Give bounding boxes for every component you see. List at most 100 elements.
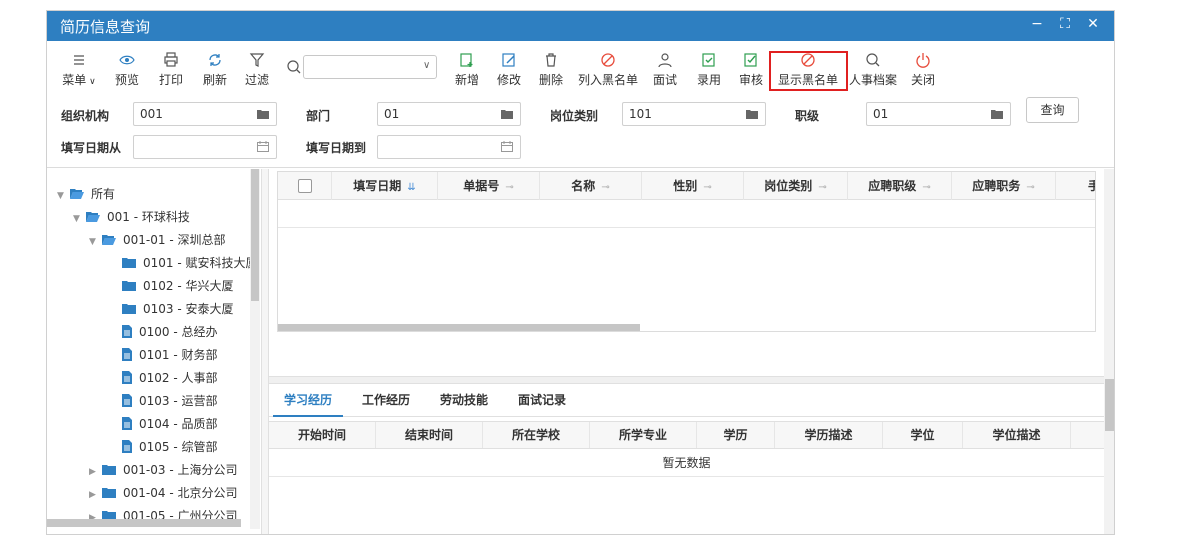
minimize-icon[interactable]: −	[1030, 16, 1044, 32]
tree-node-building[interactable]: 0103 - 安泰大厦	[121, 300, 234, 322]
tree-node-dept[interactable]: 0103 - 运营部	[121, 392, 218, 414]
resume-grid: 填写日期⇊ 单据号⊸ 名称⊸ 性别⊸ 岗位类别⊸ 应聘职级⊸ 应聘职务⊸ 手	[277, 171, 1096, 332]
tree-node-dept[interactable]: 0101 - 财务部	[121, 346, 218, 368]
main-vertical-scrollbar[interactable]	[1104, 169, 1114, 534]
folder-icon	[101, 486, 117, 502]
tab-work-experience[interactable]: 工作经历	[351, 385, 421, 417]
caret-down-icon[interactable]: ▼	[57, 191, 69, 201]
col-major[interactable]: 所学专业	[590, 422, 697, 448]
col-gender[interactable]: 性别 ⊸	[642, 172, 744, 200]
col-degree[interactable]: 学位	[883, 422, 963, 448]
add-button[interactable]: 新增	[449, 51, 485, 88]
panel-splitter[interactable]	[261, 169, 269, 534]
tree-node-branch[interactable]: ▶ 001-04 - 北京分公司	[89, 484, 237, 506]
tree-node-dept[interactable]: 0105 - 综管部	[121, 438, 218, 460]
col-education[interactable]: 学历	[697, 422, 775, 448]
caret-right-icon[interactable]: ▶	[89, 467, 101, 477]
post-category-input[interactable]: 101	[622, 102, 766, 126]
tab-interview-records[interactable]: 面试记录	[507, 385, 577, 417]
tree-node-shenzhen-hq[interactable]: ▼ 001-01 - 深圳总部	[89, 231, 225, 253]
folder-icon[interactable]	[745, 103, 759, 132]
trash-icon	[533, 51, 569, 69]
scroll-thumb[interactable]	[1105, 379, 1114, 431]
tree-vertical-scrollbar[interactable]	[250, 169, 260, 529]
document-icon	[121, 416, 133, 433]
approve-icon	[733, 51, 769, 69]
calendar-icon[interactable]	[256, 136, 270, 165]
close-button[interactable]: 关闭	[905, 51, 941, 88]
preview-button[interactable]: 预览	[109, 51, 145, 88]
tree-horizontal-scrollbar[interactable]	[47, 519, 241, 527]
toolbar-search: ∨	[287, 55, 437, 79]
tree-node-branch[interactable]: ▶ 001-03 - 上海分公司	[89, 461, 237, 483]
chevron-down-icon: ∨	[423, 60, 431, 71]
col-apply-rank[interactable]: 应聘职级 ⊸	[848, 172, 952, 200]
pin-icon[interactable]: ⊸	[818, 182, 826, 193]
toolbar: 菜单 ∨ 预览 打印 刷新 过滤 新增 修改 删除 列入黑名单 面试 录用 审核…	[47, 47, 1114, 91]
tree-node-company[interactable]: ▼ 001 - 环球科技	[73, 208, 190, 230]
date-to-input[interactable]	[377, 135, 521, 159]
add-doc-icon	[449, 51, 485, 69]
pin-icon[interactable]: ⊸	[922, 182, 930, 193]
col-fill-date[interactable]: 填写日期 ⇊	[332, 172, 438, 200]
close-window-icon[interactable]: ✕	[1086, 16, 1100, 32]
dept-input[interactable]: 01	[377, 102, 521, 126]
col-education-desc[interactable]: 学历描述	[775, 422, 883, 448]
pin-icon[interactable]: ⇊	[407, 182, 415, 193]
select-all-checkbox[interactable]	[298, 179, 312, 193]
caret-right-icon[interactable]: ▶	[89, 490, 101, 500]
search-select[interactable]	[303, 55, 437, 79]
tree-node-dept[interactable]: 0102 - 人事部	[121, 369, 218, 391]
date-from-input[interactable]	[133, 135, 277, 159]
org-input[interactable]: 001	[133, 102, 277, 126]
hr-archive-button[interactable]: 人事档案	[847, 51, 899, 88]
col-post-category[interactable]: 岗位类别 ⊸	[744, 172, 848, 200]
print-button[interactable]: 打印	[153, 51, 189, 88]
tree-node-dept[interactable]: 0104 - 品质部	[121, 415, 218, 437]
power-icon	[905, 51, 941, 69]
caret-down-icon[interactable]: ▼	[89, 237, 101, 247]
check-doc-icon	[691, 51, 727, 69]
col-end-time[interactable]: 结束时间	[376, 422, 483, 448]
menu-button[interactable]: 菜单 ∨	[59, 51, 99, 88]
review-button[interactable]: 审核	[733, 51, 769, 88]
scroll-thumb[interactable]	[251, 169, 259, 301]
col-doc-no[interactable]: 单据号 ⊸	[438, 172, 540, 200]
refresh-button[interactable]: 刷新	[197, 51, 233, 88]
calendar-icon[interactable]	[500, 136, 514, 165]
filter-button[interactable]: 过滤	[239, 51, 275, 88]
tab-skills[interactable]: 劳动技能	[429, 385, 499, 417]
pin-icon[interactable]: ⊸	[601, 182, 609, 193]
col-school[interactable]: 所在学校	[483, 422, 590, 448]
tree-node-all[interactable]: ▼ 所有	[57, 185, 115, 207]
empty-message: 暂无数据	[269, 449, 1104, 477]
query-button[interactable]: 查询	[1026, 97, 1079, 123]
interview-button[interactable]: 面试	[647, 51, 683, 88]
maximize-icon[interactable]: ⛶	[1058, 16, 1072, 32]
folder-icon[interactable]	[500, 103, 514, 132]
table-row[interactable]	[278, 200, 1095, 228]
caret-down-icon[interactable]: ▼	[73, 214, 85, 224]
col-name[interactable]: 名称 ⊸	[540, 172, 642, 200]
tab-education[interactable]: 学习经历	[273, 385, 343, 417]
divider	[47, 167, 1114, 168]
hire-button[interactable]: 录用	[691, 51, 727, 88]
col-start-time[interactable]: 开始时间	[269, 422, 376, 448]
folder-icon[interactable]	[990, 103, 1004, 132]
org-label: 组织机构	[61, 109, 110, 123]
pin-icon[interactable]: ⊸	[505, 182, 513, 193]
pin-icon[interactable]: ⊸	[703, 182, 711, 193]
col-apply-post[interactable]: 应聘职务 ⊸	[952, 172, 1056, 200]
folder-icon[interactable]	[256, 103, 270, 132]
add-to-blacklist-button[interactable]: 列入黑名单	[575, 51, 641, 88]
pin-icon[interactable]: ⊸	[1026, 182, 1034, 193]
delete-button[interactable]: 删除	[533, 51, 569, 88]
rank-input[interactable]: 01	[866, 102, 1011, 126]
edit-button[interactable]: 修改	[491, 51, 527, 88]
grid-horizontal-scrollbar[interactable]	[278, 324, 640, 331]
col-degree-desc[interactable]: 学位描述	[963, 422, 1071, 448]
tree-node-dept[interactable]: 0100 - 总经办	[121, 323, 218, 345]
col-partial[interactable]: 手	[1056, 172, 1095, 200]
tree-node-building[interactable]: 0101 - 赋安科技大厦	[121, 254, 258, 276]
tree-node-building[interactable]: 0102 - 华兴大厦	[121, 277, 234, 299]
